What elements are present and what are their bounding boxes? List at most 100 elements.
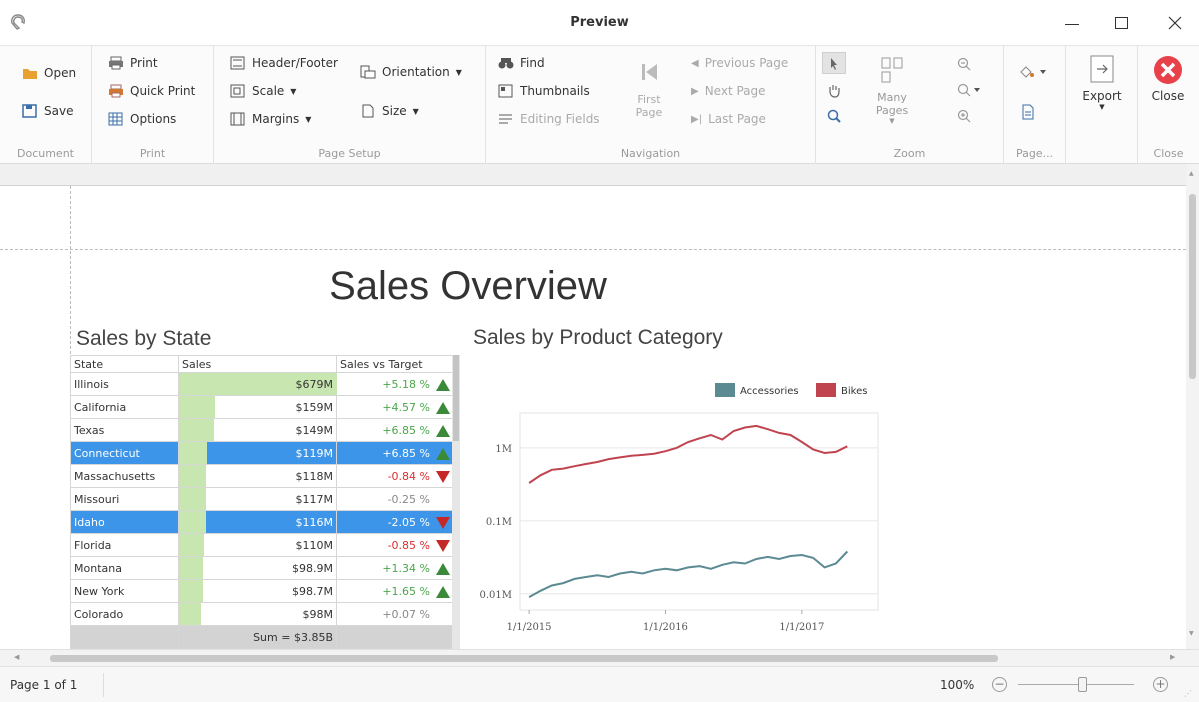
resize-grip-icon[interactable]: ⋰ [1184, 689, 1192, 698]
pointer-tool-button[interactable] [822, 52, 846, 74]
table-row[interactable]: Idaho $116M -2.05 % [70, 510, 454, 534]
sales-cell[interactable]: $119M [178, 441, 337, 465]
options-button[interactable]: Options [108, 112, 176, 126]
scroll-up-icon[interactable]: ▲ [1189, 170, 1194, 177]
print-button[interactable]: Print [108, 56, 158, 70]
table-row[interactable]: Missouri $117M -0.25 % [70, 487, 454, 511]
sales-vs-target-cell[interactable]: +1.34 % [336, 556, 454, 580]
table-row[interactable]: Connecticut $119M +6.85 % [70, 441, 454, 465]
size-button[interactable]: Size ▼ [360, 104, 419, 118]
quick-print-icon [108, 84, 124, 98]
hand-tool-button[interactable] [826, 82, 842, 101]
zoom-dropdown-button[interactable] [956, 82, 984, 101]
sales-vs-target-cell[interactable]: -0.25 % [336, 487, 454, 511]
zoom-out-button[interactable] [956, 56, 972, 75]
table-scrollbar-thumb[interactable] [453, 355, 459, 441]
zoom-in-slider-button[interactable]: + [1153, 677, 1168, 692]
open-button[interactable]: Open [22, 66, 76, 80]
sales-cell[interactable]: $98M [178, 602, 337, 626]
sales-vs-target-cell[interactable]: -0.84 % [336, 464, 454, 488]
sales-vs-target-cell[interactable]: +1.65 % [336, 579, 454, 603]
first-page-button[interactable]: First Page [624, 60, 674, 119]
state-cell[interactable]: Massachusetts [70, 464, 179, 488]
column-header-sales[interactable]: Sales [178, 355, 337, 373]
table-row[interactable]: Massachusetts $118M -0.84 % [70, 464, 454, 488]
sales-vs-target-cell[interactable]: +6.85 % [336, 418, 454, 442]
zoom-slider-track[interactable] [1018, 677, 1134, 692]
scroll-left-icon[interactable]: ◀ [14, 653, 19, 661]
page-indicator: Page 1 of 1 [10, 678, 78, 692]
quick-print-button[interactable]: Quick Print [108, 84, 195, 98]
editing-fields-button[interactable]: Editing Fields [498, 112, 600, 126]
scale-button[interactable]: Scale ▼ [230, 84, 296, 98]
scroll-right-icon[interactable]: ▶ [1170, 653, 1175, 661]
minimize-button[interactable] [1058, 8, 1088, 38]
sales-vs-target-cell[interactable]: +6.85 % [336, 441, 454, 465]
scroll-down-icon[interactable]: ▼ [1189, 630, 1194, 637]
table-row[interactable]: Montana $98.9M +1.34 % [70, 556, 454, 580]
state-cell[interactable]: Connecticut [70, 441, 179, 465]
zoom-out-slider-button[interactable]: − [992, 677, 1007, 692]
horizontal-scroll-thumb[interactable] [50, 655, 998, 662]
table-row[interactable]: Illinois $679M +5.18 % [70, 372, 454, 396]
last-page-button[interactable]: ▶| Last Page [691, 112, 766, 126]
table-row[interactable]: Florida $110M -0.85 % [70, 533, 454, 557]
close-window-button[interactable] [1160, 8, 1190, 38]
state-cell[interactable]: Florida [70, 533, 179, 557]
zoom-tool-button[interactable] [826, 108, 842, 127]
sales-vs-target-cell[interactable]: +4.57 % [336, 395, 454, 419]
state-cell[interactable]: Illinois [70, 372, 179, 396]
vertical-scrollbar[interactable]: ▲ ▼ [1186, 164, 1199, 649]
zoom-percentage[interactable]: 100% [940, 678, 974, 692]
next-page-button[interactable]: ▶ Next Page [691, 84, 766, 98]
sales-cell[interactable]: $679M [178, 372, 337, 396]
vertical-scroll-thumb[interactable] [1189, 194, 1196, 379]
table-row[interactable]: Texas $149M +6.85 % [70, 418, 454, 442]
sales-cell[interactable]: $149M [178, 418, 337, 442]
sales-vs-target-cell[interactable]: +0.07 % [336, 602, 454, 626]
state-cell[interactable]: Montana [70, 556, 179, 580]
table-row[interactable]: California $159M +4.57 % [70, 395, 454, 419]
page-color-button[interactable] [1018, 64, 1050, 83]
state-cell[interactable]: New York [70, 579, 179, 603]
table-row[interactable]: Colorado $98M +0.07 % [70, 602, 454, 626]
horizontal-scrollbar[interactable]: ◀ ▶ [0, 649, 1199, 666]
header-footer-button[interactable]: Header/Footer [230, 56, 338, 70]
sales-cell[interactable]: $117M [178, 487, 337, 511]
maximize-button[interactable] [1108, 8, 1138, 38]
sales-cell[interactable]: $159M [178, 395, 337, 419]
state-cell[interactable]: Colorado [70, 602, 179, 626]
column-header-state[interactable]: State [70, 355, 179, 373]
watermark-button[interactable] [1020, 104, 1036, 123]
close-preview-button[interactable]: Close [1144, 54, 1192, 103]
sales-cell[interactable]: $98.7M [178, 579, 337, 603]
state-cell[interactable]: California [70, 395, 179, 419]
sales-cell[interactable]: $116M [178, 510, 337, 534]
save-button[interactable]: Save [22, 104, 73, 118]
sales-cell[interactable]: $118M [178, 464, 337, 488]
many-pages-button[interactable]: Many Pages ▼ [860, 56, 924, 125]
delta-value: +5.18 % [382, 377, 430, 391]
find-button[interactable]: Find [498, 56, 545, 70]
up-arrow-icon [436, 424, 450, 437]
document-page[interactable]: Sales Overview Sales by State Sales by P… [0, 186, 1186, 649]
export-button[interactable]: Export ▼ [1078, 54, 1126, 111]
sales-bar [179, 511, 206, 533]
table-row[interactable]: New York $98.7M +1.65 % [70, 579, 454, 603]
sales-vs-target-cell[interactable]: -2.05 % [336, 510, 454, 534]
orientation-button[interactable]: Orientation ▼ [360, 65, 462, 79]
state-cell[interactable]: Idaho [70, 510, 179, 534]
sales-cell[interactable]: $98.9M [178, 556, 337, 580]
sales-cell[interactable]: $110M [178, 533, 337, 557]
sales-vs-target-cell[interactable]: +5.18 % [336, 372, 454, 396]
previous-page-button[interactable]: ◀ Previous Page [691, 56, 788, 70]
zoom-in-button[interactable] [956, 108, 972, 127]
thumbnails-button[interactable]: Thumbnails [498, 84, 590, 98]
state-cell[interactable]: Missouri [70, 487, 179, 511]
margins-button[interactable]: Margins ▼ [230, 112, 311, 126]
column-header-sales-vs-target[interactable]: Sales vs Target [336, 355, 454, 373]
sales-vs-target-cell[interactable]: -0.85 % [336, 533, 454, 557]
zoom-slider-thumb[interactable] [1077, 677, 1087, 692]
table-scrollbar[interactable] [452, 355, 460, 649]
state-cell[interactable]: Texas [70, 418, 179, 442]
